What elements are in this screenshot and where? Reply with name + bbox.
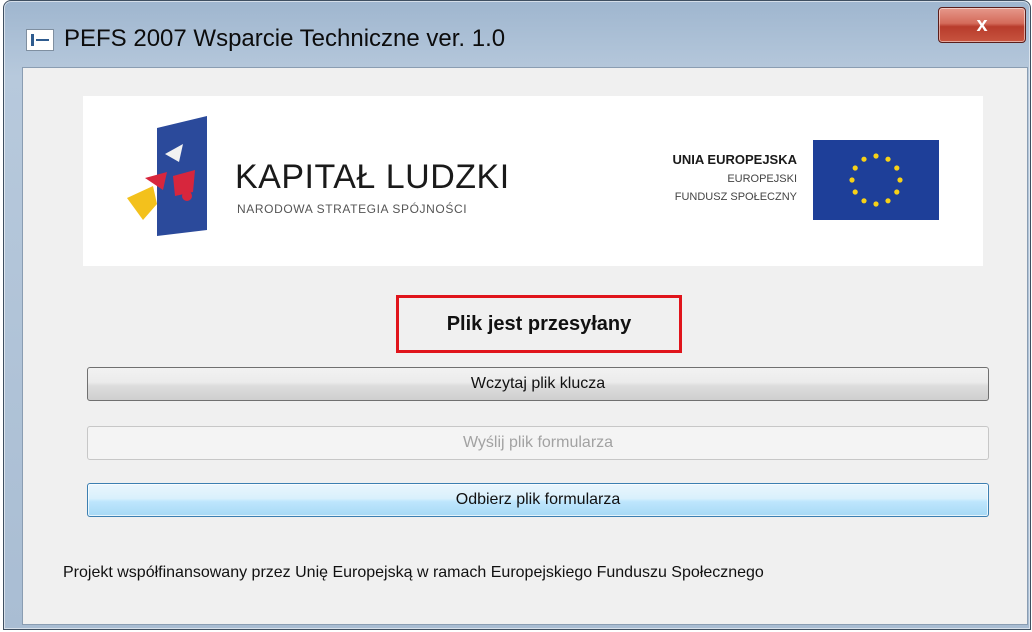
load-key-file-button[interactable]: Wczytaj plik klucza <box>87 367 989 401</box>
eu-fund-line1: EUROPEJSKI <box>727 173 797 185</box>
eu-fund-line2: FUNDUSZ SPOŁECZNY <box>674 191 797 203</box>
cofinancing-note: Projekt współfinansowany przez Unię Euro… <box>63 564 764 581</box>
kapital-ludzki-subtitle: NARODOWA STRATEGIA SPÓJNOŚCI <box>237 202 468 216</box>
eu-text-block: UNIA EUROPEJSKA EUROPEJSKI FUNDUSZ SPOŁE… <box>611 152 797 203</box>
window-title: PEFS 2007 Wsparcie Techniczne ver. 1.0 <box>64 25 506 52</box>
application-window: PEFS 2007 Wsparcie Techniczne ver. 1.0 x… <box>3 0 1031 630</box>
eu-name: UNIA EUROPEJSKA <box>672 152 797 167</box>
status-message: Plik jest przesyłany <box>396 295 682 353</box>
title-bar[interactable]: PEFS 2007 Wsparcie Techniczne ver. 1.0 x <box>4 1 1030 75</box>
send-form-file-button[interactable]: Wyślij plik formularza <box>87 426 989 460</box>
eu-flag-icon <box>813 140 939 220</box>
close-button[interactable]: x <box>938 7 1026 43</box>
kapital-ludzki-logo <box>127 116 207 236</box>
app-icon[interactable] <box>26 29 54 51</box>
receive-form-file-button[interactable]: Odbierz plik formularza <box>87 483 989 517</box>
client-area: KAPITAŁ LUDZKI NARODOWA STRATEGIA SPÓJNO… <box>22 67 1028 625</box>
kapital-ludzki-title: KAPITAŁ LUDZKI <box>235 158 510 196</box>
close-icon: x <box>976 13 988 36</box>
logo-banner: KAPITAŁ LUDZKI NARODOWA STRATEGIA SPÓJNO… <box>83 96 983 266</box>
